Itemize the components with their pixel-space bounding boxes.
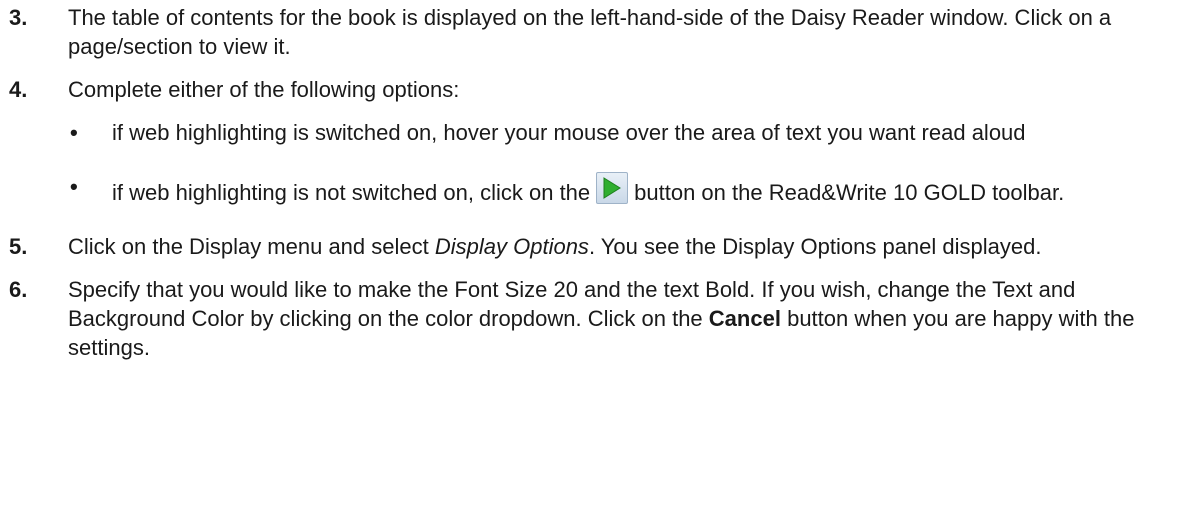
option-text: if web highlighting is switched on, hove… [112,120,1026,145]
step-text: The table of contents for the book is di… [68,5,1112,59]
menu-option-emphasis: Display Options [434,234,589,259]
step-text: Complete either of the following options… [68,77,460,102]
step-text-before: Click on the Display menu and select [68,234,429,259]
document-page: 3. The table of contents for the book is… [0,0,1183,362]
step-6: 6. Specify that you would like to make t… [0,275,1183,362]
step-5: 5. Click on the Display menu and select … [0,232,1183,261]
bullet-marker: • [70,120,78,145]
options-list: • if web highlighting is switched on, ho… [68,118,1143,207]
step-number: 4. [9,77,28,102]
option-item: • if web highlighting is not switched on… [68,172,1143,207]
option-item: • if web highlighting is switched on, ho… [68,118,1143,147]
step-3: 3. The table of contents for the book is… [0,3,1183,61]
option-text-after: button on the Read&Write 10 GOLD toolbar… [634,180,1065,205]
step-number: 6. [9,277,28,302]
option-text-before: if web highlighting is not switched on, … [112,180,591,205]
cancel-button-label: Cancel [708,306,781,331]
step-text-after: . You see the Display Options panel disp… [588,234,1042,259]
step-number: 5. [9,234,28,259]
step-number: 3. [9,5,28,30]
bullet-marker: • [70,174,78,199]
play-icon [596,172,629,204]
step-4: 4. Complete either of the following opti… [0,75,1183,207]
